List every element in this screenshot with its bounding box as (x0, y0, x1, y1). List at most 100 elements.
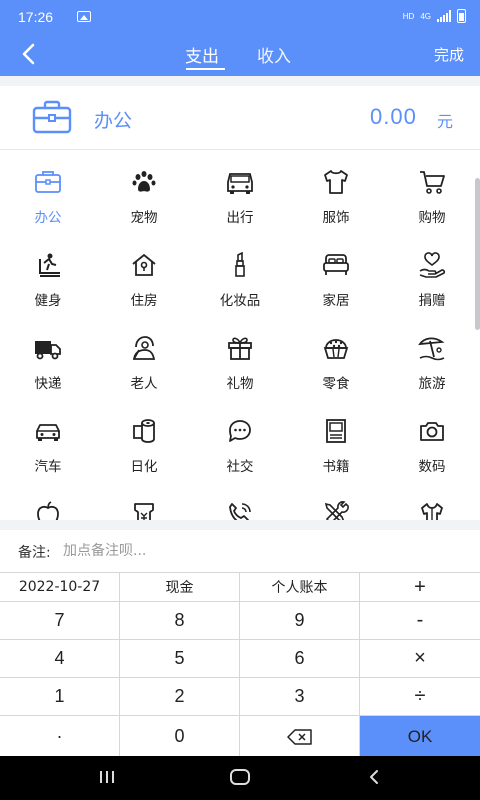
category-item[interactable]: 出行 (192, 150, 288, 233)
category-item[interactable]: 社交 (192, 399, 288, 482)
bed-icon (323, 254, 349, 275)
image-notification-icon (77, 11, 91, 22)
digit-3-key[interactable]: 3 (240, 678, 360, 716)
category-label: 社交 (226, 459, 254, 475)
digit-0-key[interactable]: 0 (120, 716, 240, 757)
divide-key[interactable]: ÷ (360, 678, 480, 716)
shirt-icon (324, 170, 348, 194)
category-item[interactable]: 零食 (288, 316, 384, 399)
tab-expense[interactable]: 支出 (185, 42, 219, 67)
category-label: 捐赠 (418, 293, 446, 309)
digit-4-key[interactable]: 4 (0, 640, 120, 678)
book-icon (326, 419, 346, 443)
keypad: 2022-10-27 现金 个人账本 + 7 8 9 - 4 5 6 × 1 2… (0, 572, 480, 757)
category-item[interactable]: 服饰 (288, 150, 384, 233)
home-icon[interactable] (229, 768, 251, 786)
chat-icon (229, 420, 251, 442)
account-button[interactable]: 现金 (120, 573, 240, 602)
tab-income[interactable]: 收入 (257, 42, 291, 67)
separator (0, 520, 480, 530)
category-item[interactable]: 礼物 (192, 316, 288, 399)
category-item[interactable] (384, 482, 480, 520)
category-label: 礼物 (226, 376, 254, 392)
category-item[interactable]: 老人 (96, 316, 192, 399)
category-item[interactable] (192, 482, 288, 520)
category-item[interactable]: 健身 (0, 233, 96, 316)
digit-6-key[interactable]: 6 (240, 640, 360, 678)
category-label: 宠物 (130, 210, 158, 226)
category-label: 健身 (34, 293, 62, 309)
digit-8-key[interactable]: 8 (120, 602, 240, 640)
category-item[interactable]: 快递 (0, 316, 96, 399)
tab-active-indicator (186, 68, 225, 70)
backspace-key[interactable] (240, 716, 360, 757)
category-item[interactable]: 化妆品 (192, 233, 288, 316)
category-item[interactable]: 家居 (288, 233, 384, 316)
note-row: 备注: (0, 530, 480, 572)
truck-icon (35, 341, 61, 360)
ok-button[interactable]: OK (360, 716, 480, 757)
hd-label: HD (402, 11, 415, 21)
back-arrow-icon[interactable] (16, 40, 44, 68)
category-item[interactable]: 数码 (384, 399, 480, 482)
umbrella-beach-icon (418, 337, 445, 361)
date-picker-button[interactable]: 2022-10-27 (0, 573, 120, 602)
digit-7-key[interactable]: 7 (0, 602, 120, 640)
category-item[interactable]: 购物 (384, 150, 480, 233)
clothes-hanger-icon (421, 503, 443, 520)
tissue-roll-icon (133, 419, 155, 443)
category-scrollbar[interactable] (475, 178, 480, 330)
category-label: 化妆品 (219, 293, 261, 309)
currency-unit: 元 (437, 112, 454, 131)
separator (0, 76, 480, 86)
category-label: 零食 (322, 376, 350, 392)
category-item[interactable]: 汽车 (0, 399, 96, 482)
multiply-key[interactable]: × (360, 640, 480, 678)
digit-9-key[interactable]: 9 (240, 602, 360, 640)
system-navigation-bar (0, 756, 480, 800)
recent-apps-icon[interactable] (97, 768, 117, 786)
category-label: 办公 (34, 210, 62, 226)
category-item[interactable] (288, 482, 384, 520)
top-bar: 17:26 HD 4G 支出 收入 完成 (0, 0, 480, 76)
category-grid: 办公 宠物 出行 服饰 购物 健身 住房 化妆品 家居 捐赠 快递 老人 礼物 … (0, 150, 480, 520)
category-item[interactable]: 捐赠 (384, 233, 480, 316)
category-item[interactable]: 住房 (96, 233, 192, 316)
category-label: 住房 (130, 293, 158, 309)
digit-5-key[interactable]: 5 (120, 640, 240, 678)
category-label: 出行 (226, 210, 254, 226)
category-label: 购物 (418, 210, 446, 226)
plus-key[interactable]: + (360, 573, 480, 602)
status-time: 17:26 (18, 9, 54, 25)
briefcase-icon (32, 100, 72, 134)
category-label: 汽车 (34, 459, 62, 475)
signal-icon (437, 10, 451, 22)
decimal-point-key[interactable]: · (0, 716, 120, 757)
network-4g-label: 4G (420, 11, 431, 21)
category-label: 快递 (34, 376, 62, 392)
category-item[interactable]: 日化 (96, 399, 192, 482)
category-item[interactable] (0, 482, 96, 520)
backspace-icon (286, 728, 312, 745)
category-label: 数码 (418, 459, 446, 475)
category-item[interactable]: 宠物 (96, 150, 192, 233)
category-label: 老人 (130, 376, 158, 392)
elder-icon (132, 336, 156, 360)
category-item[interactable]: 旅游 (384, 316, 480, 399)
note-input[interactable] (63, 538, 463, 564)
category-item[interactable] (96, 482, 192, 520)
digit-1-key[interactable]: 1 (0, 678, 120, 716)
digit-2-key[interactable]: 2 (120, 678, 240, 716)
treadmill-icon (39, 253, 60, 277)
category-item[interactable]: 书籍 (288, 399, 384, 482)
ledger-button[interactable]: 个人账本 (240, 573, 360, 602)
category-item[interactable]: 办公 (0, 150, 96, 233)
minus-key[interactable]: - (360, 602, 480, 640)
back-nav-icon[interactable] (366, 768, 382, 786)
briefcase-icon (35, 171, 61, 193)
gift-icon (228, 337, 252, 360)
camera-icon (420, 422, 444, 441)
heart-hand-icon (419, 252, 446, 278)
money-bag-icon (134, 503, 154, 520)
done-button[interactable]: 完成 (434, 44, 464, 65)
